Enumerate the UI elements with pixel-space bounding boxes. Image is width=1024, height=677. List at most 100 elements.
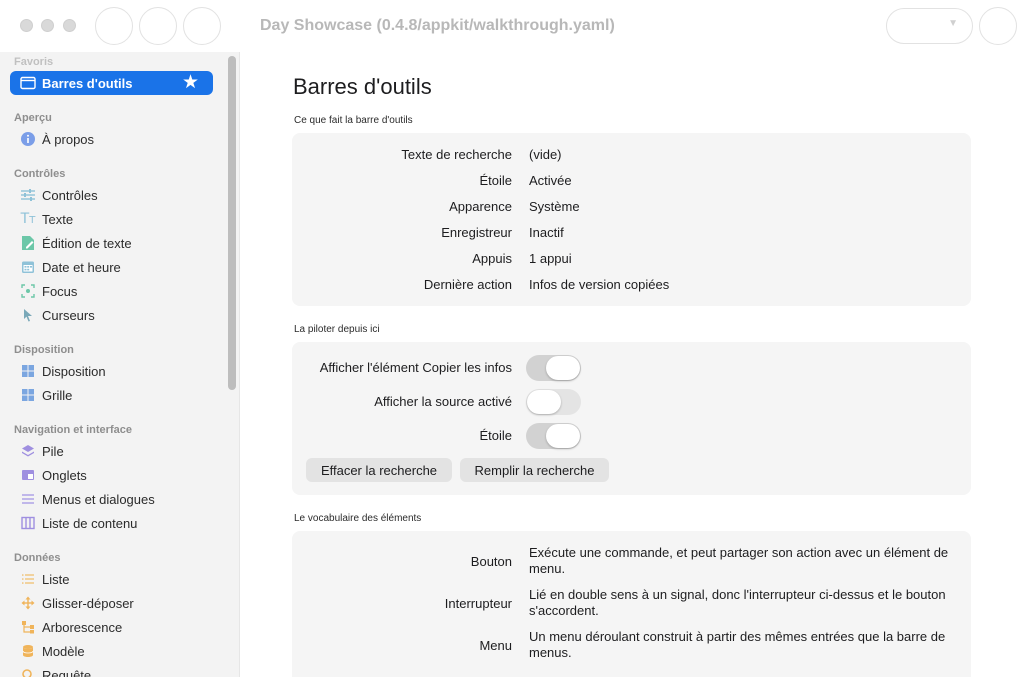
state-key: Étoile: [479, 173, 512, 188]
sidebar-item-disposition[interactable]: Disposition: [10, 359, 213, 383]
close-window-button[interactable]: [20, 19, 33, 32]
sidebar-item-menus-dialogues[interactable]: Menus et dialogues: [10, 487, 213, 511]
toggle-knob: [546, 424, 580, 448]
sidebar-item-label: Date et heure: [42, 259, 121, 275]
toolbar-button-1[interactable]: [95, 7, 133, 45]
section-heading-vocabulary: Le vocabulaire des éléments: [294, 513, 422, 524]
grid-icon: [18, 385, 38, 405]
sidebar-item-curseurs[interactable]: Curseurs: [10, 303, 213, 327]
toolbar-state-card: Texte de recherche (vide) Étoile Activée…: [292, 133, 971, 306]
sidebar-item-label: Arborescence: [42, 619, 123, 635]
fill-search-button[interactable]: Remplir la recherche: [460, 458, 609, 482]
state-value: Système: [529, 199, 580, 214]
sidebar-item-label: Curseurs: [42, 307, 95, 323]
sidebar-item-label: Texte: [42, 211, 74, 227]
vocabulary-row: Menu Un menu déroulant construit à parti…: [292, 629, 971, 663]
vocabulary-row: Bouton Exécute une commande, et peut par…: [292, 545, 971, 579]
state-key: Appuis: [472, 251, 512, 266]
sidebar-item-focus[interactable]: Focus: [10, 279, 213, 303]
sidebar-item-label: Édition de texte: [42, 235, 132, 251]
state-row: Étoile Activée: [292, 173, 971, 193]
layout-grid-icon: [18, 361, 38, 381]
minimize-window-button[interactable]: [41, 19, 54, 32]
sidebar-item-date-heure[interactable]: Date et heure: [10, 255, 213, 279]
vocabulary-row: Interrupteur Lié en double sens à un sig…: [292, 587, 971, 621]
toolbar-button-2[interactable]: [139, 7, 177, 45]
controls-card: Afficher l'élément Copier les infos Affi…: [292, 342, 971, 495]
section-donnees: Données: [14, 552, 61, 564]
sidebar-item-barres-outils[interactable]: Barres d'outils ★: [10, 71, 213, 95]
sidebar-item-requete[interactable]: Requête: [10, 663, 213, 677]
toggle-switch-source[interactable]: [526, 389, 581, 415]
edit-document-icon: [18, 233, 38, 253]
toggle-row-etoile: Étoile: [292, 423, 971, 449]
sidebar-item-label: Menus et dialogues: [42, 491, 155, 507]
sidebar-item-liste-contenu[interactable]: Liste de contenu: [10, 511, 213, 535]
star-icon[interactable]: ★: [182, 73, 199, 92]
sidebar-item-label: Onglets: [42, 467, 87, 483]
sidebar-item-label: Barres d'outils: [42, 75, 133, 91]
split-view-icon: [18, 513, 38, 533]
vocabulary-term: Menu: [479, 638, 512, 653]
toolbar-popup-button[interactable]: ▼: [886, 8, 973, 44]
sidebar-item-label: Focus: [42, 283, 78, 299]
toggle-label: Étoile: [479, 428, 512, 443]
focus-icon: [18, 281, 38, 301]
list-icon: [18, 569, 38, 589]
sidebar-item-pile[interactable]: Pile: [10, 439, 213, 463]
zoom-window-button[interactable]: [63, 19, 76, 32]
sidebar-item-grille[interactable]: Grille: [10, 383, 213, 407]
state-row: Dernière action Infos de version copiées: [292, 277, 971, 297]
state-row: Texte de recherche (vide): [292, 147, 971, 167]
sidebar-scrollbar-thumb[interactable]: [228, 56, 236, 390]
state-row: Appuis 1 appui: [292, 251, 971, 271]
section-favoris: Favoris: [14, 56, 54, 68]
menu-lines-icon: [18, 489, 38, 509]
vocabulary-description: Exécute une commande, et peut partager s…: [529, 545, 949, 576]
state-row: Enregistreur Inactif: [292, 225, 971, 245]
title-bar: Day Showcase (0.4.8/appkit/walkthrough.y…: [0, 0, 1024, 52]
vocabulary-term: Interrupteur: [444, 596, 512, 611]
state-value: Activée: [529, 173, 572, 188]
toggle-label: Afficher l'élément Copier les infos: [319, 360, 512, 375]
sidebar-item-controles[interactable]: Contrôles: [10, 183, 213, 207]
toggle-switch-etoile[interactable]: [526, 423, 581, 449]
state-value: Inactif: [529, 225, 564, 240]
vocabulary-description: Un menu déroulant construit à partir des…: [529, 629, 946, 660]
sidebar-item-label: Modèle: [42, 643, 85, 659]
chevron-down-icon: ▼: [948, 18, 958, 29]
toggle-label: Afficher la source activé: [374, 394, 512, 409]
main-content: Barres d'outils Ce que fait la barre d'o…: [241, 52, 1024, 677]
toggle-knob: [527, 390, 561, 414]
toolbar-button-3[interactable]: [183, 7, 221, 45]
state-value: (vide): [529, 147, 562, 162]
toggle-knob: [546, 356, 580, 380]
sidebar-item-liste[interactable]: Liste: [10, 567, 213, 591]
cursor-arrow-icon: [18, 305, 38, 325]
section-apercu: Aperçu: [14, 112, 52, 124]
sidebar-item-modele[interactable]: Modèle: [10, 639, 213, 663]
sidebar-item-apropos[interactable]: À propos: [10, 127, 213, 151]
clear-search-button[interactable]: Effacer la recherche: [306, 458, 452, 482]
sidebar-item-label: Pile: [42, 443, 64, 459]
sidebar-item-label: Liste: [42, 571, 70, 587]
sidebar-item-onglets[interactable]: Onglets: [10, 463, 213, 487]
toggle-row-copier-infos: Afficher l'élément Copier les infos: [292, 355, 971, 381]
sidebar: Favoris Barres d'outils ★ Aperçu À propo…: [0, 52, 240, 677]
state-key: Texte de recherche: [401, 147, 512, 162]
sidebar-item-glisser-deposer[interactable]: Glisser-déposer: [10, 591, 213, 615]
page-title: Barres d'outils: [293, 74, 432, 99]
section-heading-controls: La piloter depuis ici: [294, 324, 380, 335]
sidebar-item-arborescence[interactable]: Arborescence: [10, 615, 213, 639]
window-title: Day Showcase (0.4.8/appkit/walkthrough.y…: [260, 17, 615, 34]
sidebar-item-texte[interactable]: TT Texte: [10, 207, 213, 231]
text-size-icon: TT: [20, 211, 36, 227]
state-key: Apparence: [449, 199, 512, 214]
toggle-switch-copier-infos[interactable]: [526, 355, 581, 381]
state-row: Apparence Système: [292, 199, 971, 219]
query-icon: [18, 665, 38, 677]
sidebar-item-label: Liste de contenu: [42, 515, 138, 531]
calendar-icon: [18, 257, 38, 277]
sidebar-item-edition-texte[interactable]: Édition de texte: [10, 231, 213, 255]
toolbar-button-4[interactable]: [979, 7, 1017, 45]
